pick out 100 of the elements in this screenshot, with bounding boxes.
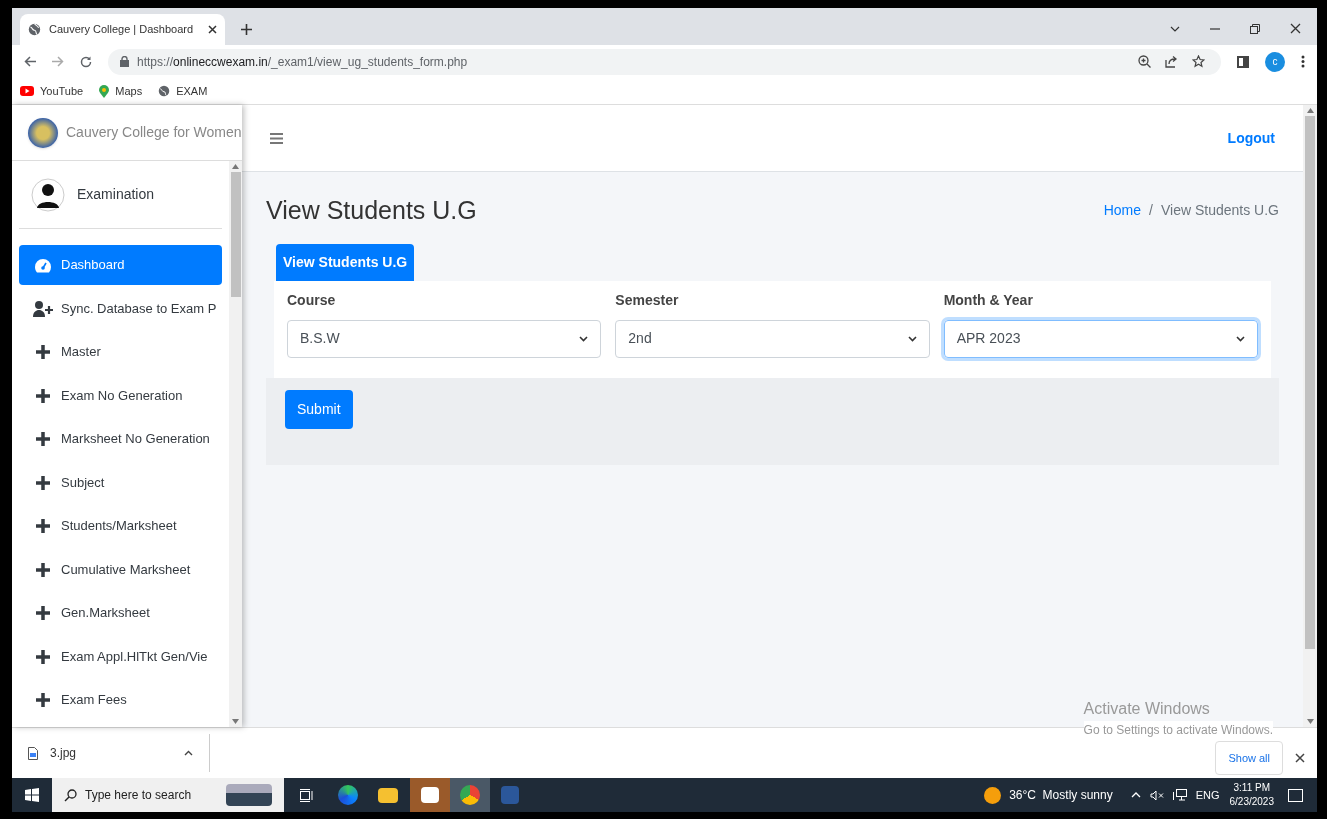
search-icon [64, 788, 77, 802]
map-pin-icon [99, 84, 110, 98]
weather-text[interactable]: 36°C Mostly sunny [1009, 786, 1113, 804]
side-panel-icon[interactable] [1237, 55, 1249, 68]
new-tab-icon[interactable] [241, 24, 252, 35]
breadcrumb-current: View Students U.G [1160, 201, 1279, 221]
browser-tab[interactable]: Cauvery College | Dashboard [20, 14, 225, 45]
language-indicator[interactable]: ENG [1195, 786, 1220, 804]
browser-icon[interactable] [338, 785, 358, 805]
gauge-icon [34, 257, 52, 273]
reload-icon[interactable] [80, 55, 92, 68]
field-label: Course [287, 290, 337, 310]
back-icon[interactable] [24, 56, 36, 67]
folder-icon[interactable] [378, 787, 398, 803]
more-options-icon[interactable] [1301, 55, 1305, 68]
sidebar-item[interactable]: Master [19, 332, 222, 372]
submit-button[interactable]: Submit [285, 389, 353, 429]
scrollbar-thumb[interactable] [230, 172, 241, 297]
close-icon[interactable] [1290, 23, 1301, 34]
user-avatar [31, 177, 65, 212]
plus-icon [36, 693, 50, 707]
chevron-down-icon [579, 335, 589, 342]
chevron-down-icon [907, 335, 917, 342]
user-plus-icon [33, 300, 53, 317]
globe-icon [158, 85, 171, 97]
sidebar-item[interactable]: Exam Fees [19, 680, 222, 720]
breadcrumb-separator: / [1149, 201, 1153, 221]
logout-link[interactable]: Logout [1227, 127, 1275, 149]
plus-icon [36, 388, 50, 403]
plus-icon [36, 649, 50, 664]
activation-text: Go to Settings to activate Windows. [1083, 721, 1273, 739]
tab-title: Cauvery College | Dashboard [49, 22, 195, 38]
plus-icon [36, 432, 50, 446]
scroll-down-icon[interactable] [232, 719, 239, 724]
plus-icon [36, 345, 50, 359]
field-label: Month & Year [943, 290, 1034, 310]
sidebar-item[interactable]: Subject [19, 462, 222, 503]
show-all-button[interactable]: Show all [1215, 740, 1283, 776]
weather-icon[interactable] [984, 786, 1002, 804]
select-field[interactable]: APR 2023 [943, 319, 1258, 358]
windows-start-icon[interactable] [25, 788, 39, 802]
sidebar-item[interactable]: Gen.Marksheet [19, 593, 222, 633]
sidebar-item[interactable]: Students/Marksheet [19, 506, 222, 546]
college-logo [28, 117, 58, 148]
bookmark-link[interactable]: EXAM [176, 82, 208, 100]
chevron-up-icon[interactable] [1130, 792, 1141, 798]
search-placeholder: Type here to search [85, 787, 193, 804]
sidebar-item[interactable]: Cumulative Marksheet [19, 549, 222, 590]
clock-time[interactable]: 3:11 PM [1233, 781, 1270, 795]
scroll-down-icon[interactable] [1306, 719, 1314, 724]
profile-avatar[interactable]: c [1265, 51, 1285, 72]
chevron-down-icon[interactable] [1170, 25, 1180, 32]
plus-icon [36, 606, 50, 620]
scroll-up-icon[interactable] [232, 164, 239, 169]
globe-icon [28, 23, 41, 36]
page-title: View Students U.G [266, 195, 477, 226]
plus-icon [36, 519, 50, 533]
video-play-icon [20, 86, 34, 96]
bookmark-link[interactable]: YouTube [40, 82, 84, 100]
select-field[interactable]: B.S.W [287, 319, 602, 358]
muted-speaker-icon[interactable] [1149, 789, 1164, 801]
brand-name[interactable]: Cauvery College for Women [66, 122, 242, 143]
bookmark-link[interactable]: Maps [115, 82, 143, 100]
scrollbar[interactable] [229, 161, 242, 727]
url-text: https://onlineccwexam.in/_exam1/view_ug_students_form.php [137, 53, 468, 71]
notifications-icon[interactable] [1288, 788, 1303, 802]
sidebar-item[interactable]: Exam Appl.HlTkt Gen/Vie [19, 636, 222, 677]
chrome-icon[interactable] [450, 778, 490, 812]
file-icon [28, 746, 38, 760]
breadcrumb-link[interactable]: Home [1103, 200, 1142, 222]
taskbar-search-field[interactable]: Type here to search [52, 778, 284, 812]
address-bar[interactable]: https://onlineccwexam.in/_exam1/view_ug_students_form.php [108, 48, 1221, 75]
plus-icon [36, 475, 50, 490]
sidebar-item[interactable]: Sync. Database to Exam P [19, 288, 222, 329]
plus-icon [36, 562, 50, 577]
zoom-icon[interactable] [1138, 55, 1151, 68]
sidebar-item[interactable]: Dashboard [19, 245, 222, 285]
menu-icon[interactable] [270, 132, 283, 144]
clock-date[interactable]: 6/23/2023 [1229, 795, 1274, 809]
scroll-up-icon[interactable] [1306, 108, 1314, 113]
scrollbar-thumb[interactable] [1305, 116, 1315, 649]
activation-title: Activate Windows [1083, 699, 1211, 719]
user-name: Examination [77, 185, 155, 204]
star-icon[interactable] [1192, 55, 1205, 68]
minimize-icon[interactable] [1210, 27, 1220, 30]
close-icon[interactable] [1295, 753, 1305, 763]
caret-icon[interactable] [184, 750, 193, 756]
lock-icon [120, 56, 129, 67]
sidebar-item[interactable]: Marksheet No Generation [19, 419, 222, 459]
restore-icon[interactable] [1250, 23, 1260, 34]
chevron-down-icon [1236, 335, 1245, 342]
share-icon[interactable] [1165, 55, 1178, 68]
sidebar-item[interactable]: Exam No Generation [19, 375, 222, 416]
close-icon[interactable] [208, 25, 217, 34]
task-view-icon[interactable] [300, 788, 314, 802]
network-icon[interactable] [1172, 789, 1187, 801]
download-file-name[interactable]: 3.jpg [50, 744, 172, 762]
scrollbar[interactable] [1303, 105, 1317, 727]
select-field[interactable]: 2nd [615, 319, 930, 358]
card-tab[interactable]: View Students U.G [276, 243, 415, 281]
